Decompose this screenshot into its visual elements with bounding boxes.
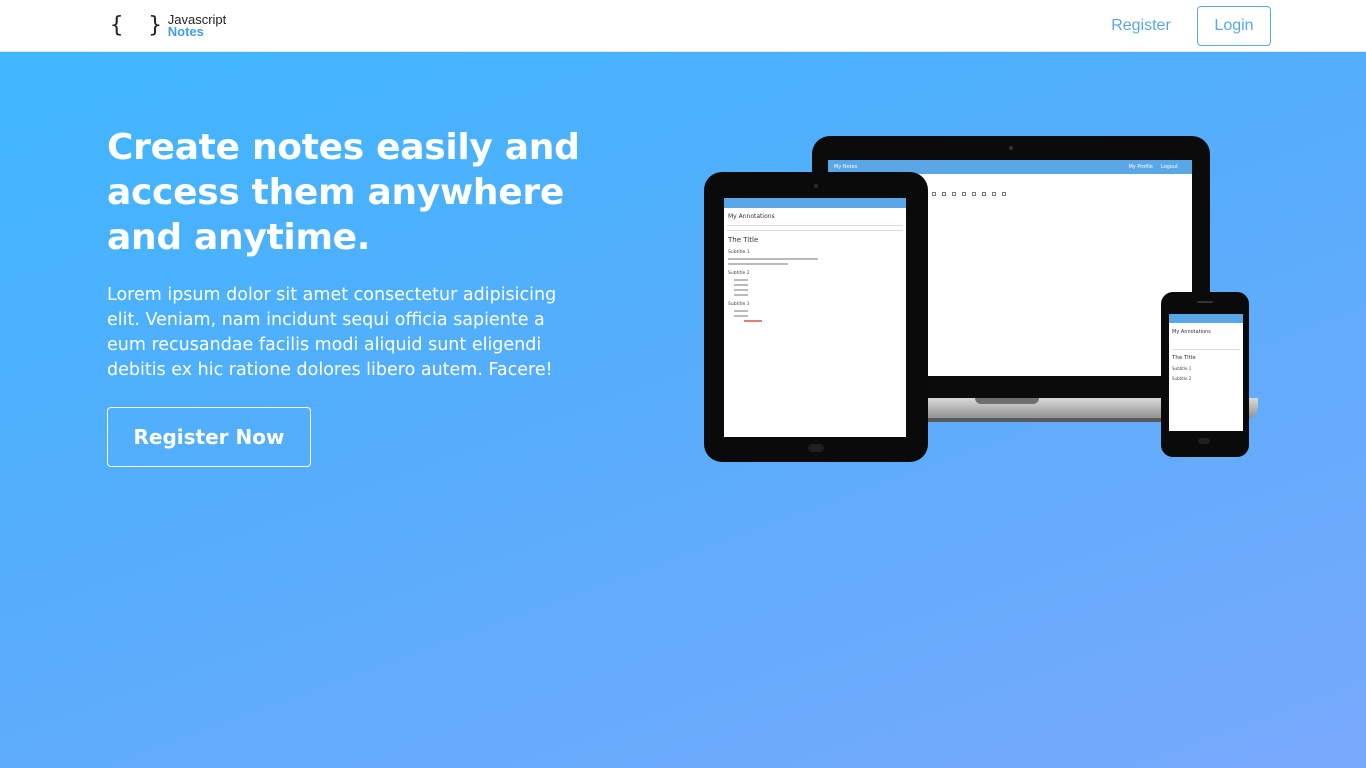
tablet-list-line: [734, 315, 748, 317]
register-link[interactable]: Register: [1098, 8, 1184, 44]
navbar: { } Javascript Notes Register Login: [0, 0, 1366, 52]
laptop-app-bar-profile: My Profile: [1128, 164, 1153, 170]
hero-title: Create notes easily and access them anyw…: [107, 127, 580, 258]
phone-heading: My Annotations: [1172, 329, 1211, 335]
tablet-camera: [814, 184, 818, 188]
devices-illustration: My Notes My Profile Logout My Annotation…: [700, 136, 1260, 466]
tablet-list-line: [734, 294, 748, 296]
phone-speaker: [1197, 301, 1213, 303]
tablet-subtitle-1: Subtitle 1: [728, 250, 750, 255]
braces-icon: { }: [110, 13, 168, 38]
phone-home-button: [1198, 438, 1210, 444]
brand-logo[interactable]: { } Javascript Notes: [110, 11, 226, 41]
laptop-app-bar-left: My Notes: [834, 164, 858, 170]
tablet-subtitle-2: Subtitle 2: [728, 271, 750, 276]
tablet-mockup: My Annotations The Title Subtitle 1 Subt…: [704, 172, 928, 462]
phone-toolbar: [1172, 340, 1240, 350]
phone-subtitle-1: Subtitle 1: [1172, 366, 1192, 371]
laptop-notch: [975, 398, 1039, 404]
tablet-subtitle-3: Subtitle 3: [728, 302, 750, 307]
laptop-app-bar-logout: Logout: [1160, 164, 1178, 170]
brand-line-2: Notes: [167, 24, 204, 39]
tablet-app-bar: [724, 198, 906, 208]
tablet-list-line: [734, 310, 748, 312]
tablet-toolbar: [727, 225, 903, 231]
tablet-text-line: [728, 263, 788, 265]
tablet-heading: My Annotations: [728, 213, 775, 220]
phone-note-title: The Title: [1172, 355, 1196, 361]
tablet-screen: My Annotations The Title Subtitle 1 Subt…: [724, 198, 906, 437]
laptop-camera: [1009, 146, 1013, 150]
hero-section: Create notes easily and access them anyw…: [0, 52, 1366, 768]
register-now-button[interactable]: Register Now: [107, 407, 311, 467]
tablet-list-line: [734, 279, 748, 281]
tablet-list-line: [734, 284, 748, 286]
laptop-editor-toolbar: [932, 192, 1192, 200]
tablet-list-line: [744, 320, 762, 322]
phone-mockup: My Annotations The Title Subtitle 1 Subt…: [1161, 292, 1249, 457]
phone-subtitle-2: Subtitle 2: [1172, 376, 1192, 381]
phone-screen: My Annotations The Title Subtitle 1 Subt…: [1169, 314, 1243, 431]
tablet-home-button: [808, 444, 824, 452]
tablet-list-line: [734, 289, 748, 291]
login-button[interactable]: Login: [1197, 6, 1271, 46]
tablet-text-line: [728, 258, 818, 260]
tablet-note-title: The Title: [728, 236, 759, 244]
hero-description: Lorem ipsum dolor sit amet consectetur a…: [107, 285, 557, 380]
phone-app-bar: [1169, 314, 1243, 323]
brand-wordmark: Javascript Notes: [167, 13, 227, 39]
